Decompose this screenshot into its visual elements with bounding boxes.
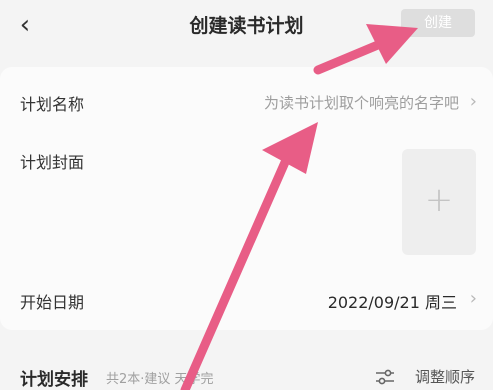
- sliders-icon[interactable]: [375, 369, 395, 385]
- chevron-right-icon[interactable]: ›: [470, 290, 477, 308]
- start-date-label: 开始日期: [20, 293, 85, 312]
- plan-name-label: 计划名称: [20, 95, 85, 114]
- plus-icon: +: [424, 180, 454, 220]
- reorder-button[interactable]: 调整顺序: [415, 366, 475, 387]
- schedule-title: 计划安排: [20, 370, 88, 390]
- plan-cover-label: 计划封面: [20, 153, 85, 172]
- schedule-subtitle: 共2本·建议 天学完: [106, 372, 214, 387]
- plan-form-card: 计划名称 为读书计划取个响亮的名字吧 › 计划封面 + 开始日期 2022/09…: [0, 67, 493, 330]
- start-date-value[interactable]: 2022/09/21 周三: [328, 289, 457, 313]
- header-bar: ‹ 创建读书计划 创建: [0, 0, 493, 56]
- plan-name-input[interactable]: 为读书计划取个响亮的名字吧: [264, 92, 459, 113]
- create-button[interactable]: 创建: [401, 9, 475, 37]
- add-cover-button[interactable]: +: [402, 149, 476, 255]
- chevron-right-icon[interactable]: ›: [470, 93, 477, 111]
- schedule-section-header: 计划安排 共2本·建议 天学完 调整顺序: [0, 340, 493, 390]
